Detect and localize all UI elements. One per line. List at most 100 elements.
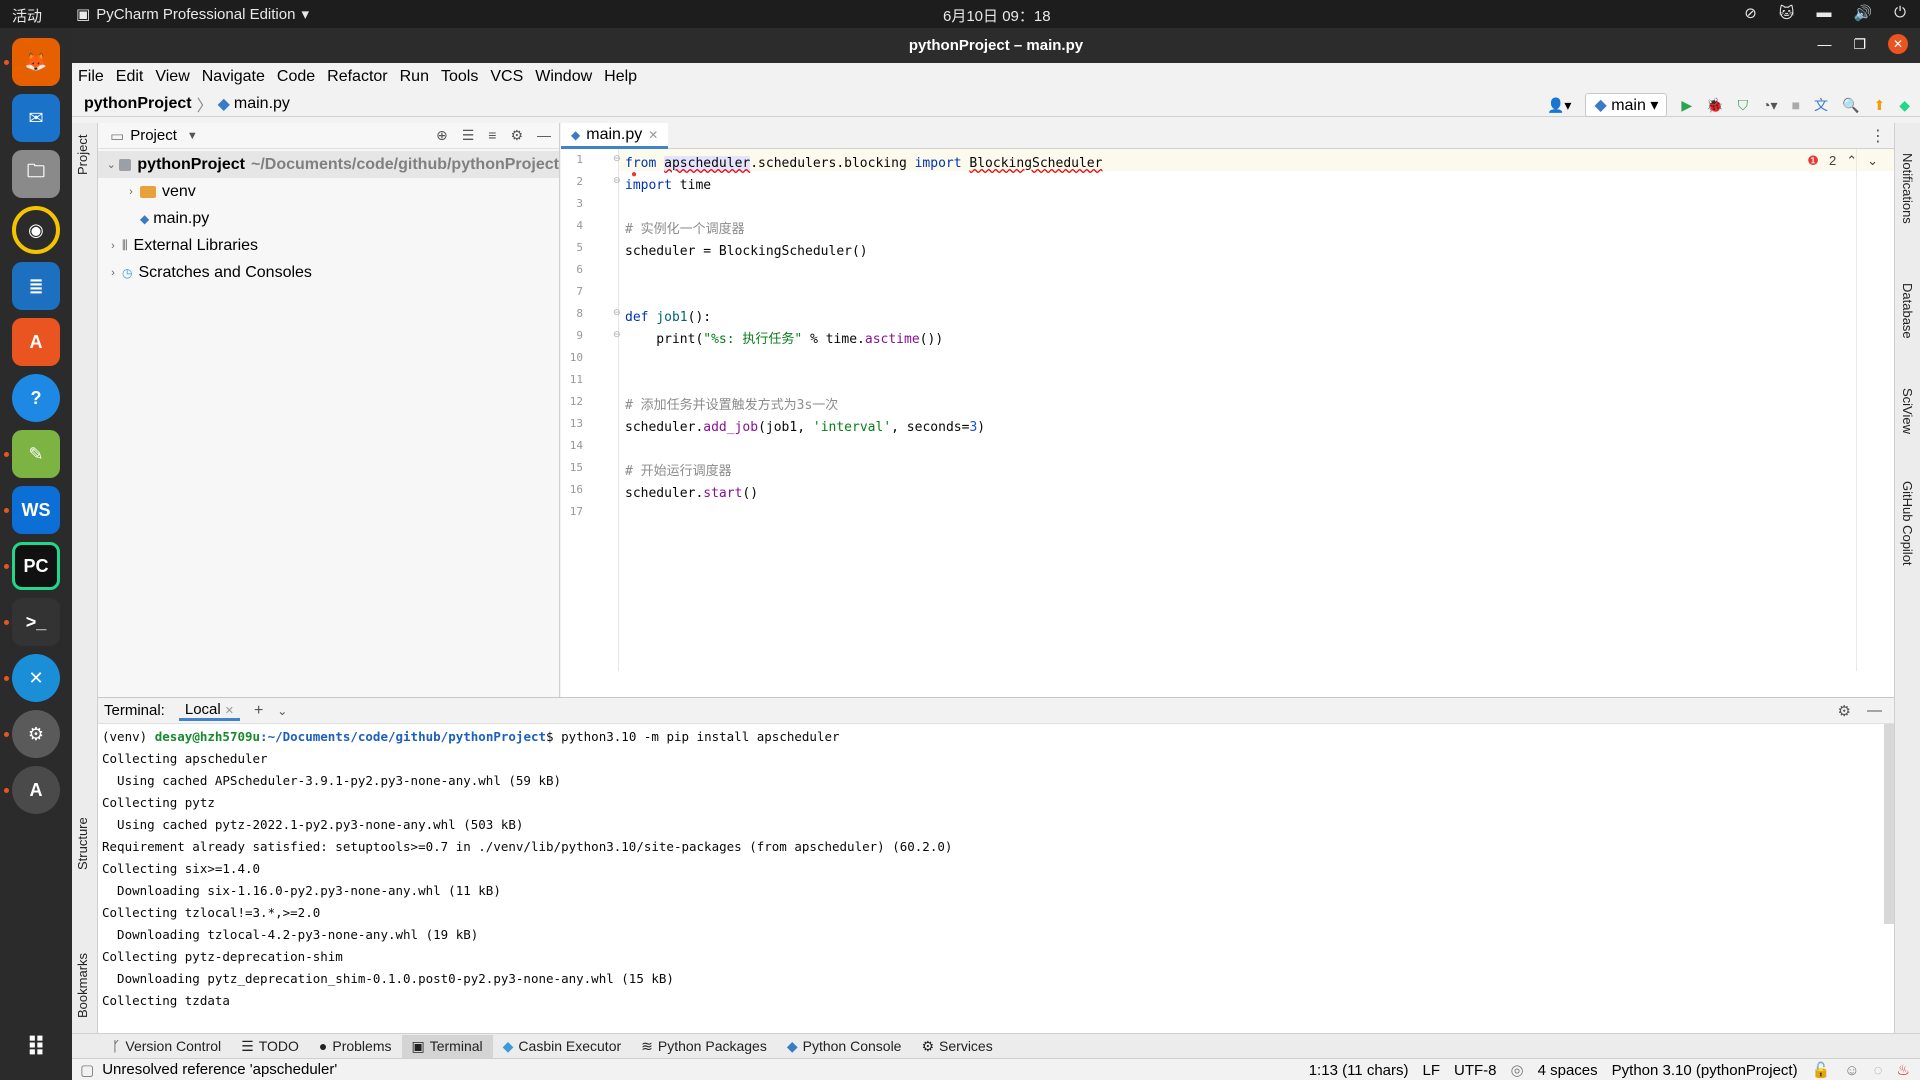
inspection-widget[interactable]: ❶ 2 ⌃ ⌄ (1807, 153, 1878, 169)
locate-icon[interactable]: ⊕ (436, 127, 448, 144)
chevron-down-icon[interactable]: ⌄ (277, 704, 287, 718)
tool-window-copilot[interactable]: GitHub Copilot (1900, 481, 1915, 566)
chevron-down-icon[interactable]: ▼ (187, 130, 198, 142)
expand-arrow-icon[interactable]: › (122, 186, 140, 198)
files-icon[interactable]: 🗀 (12, 150, 60, 198)
app-grid-icon[interactable]: ⠿ (12, 1023, 60, 1071)
tool-tab-version-control[interactable]: ᚴ Version Control (102, 1035, 231, 1057)
gear-icon[interactable]: ⚙ (510, 127, 523, 144)
status-message[interactable]: Unresolved reference 'apscheduler' (102, 1061, 337, 1078)
power-icon[interactable]: ⏻ (1894, 4, 1906, 22)
volume-icon[interactable]: 🔊 (1853, 4, 1872, 22)
ide-logo-icon[interactable]: ◆ (1899, 97, 1910, 114)
menu-navigate[interactable]: Navigate (202, 68, 265, 86)
menu-refactor[interactable]: Refactor (327, 68, 387, 86)
expand-all-icon[interactable]: ☰ (462, 127, 475, 144)
fold-icon[interactable]: ⊖ (613, 307, 621, 318)
terminal-icon[interactable]: >_ (12, 598, 60, 646)
more-icon[interactable]: ⋮ (1870, 126, 1886, 146)
menu-vcs[interactable]: VCS (490, 68, 523, 86)
code-area[interactable]: from apscheduler.schedulers.blocking imp… (625, 149, 1845, 671)
user-icon[interactable]: 👤▾ (1547, 97, 1571, 114)
caret-position[interactable]: 1:13 (11 chars) (1309, 1062, 1409, 1079)
file-encoding[interactable]: UTF-8 (1454, 1062, 1497, 1079)
tool-tab-casbin[interactable]: ◆ Casbin Executor (493, 1035, 632, 1058)
interpreter-selector[interactable]: Python 3.10 (pythonProject) (1612, 1062, 1798, 1079)
breadcrumb-project[interactable]: pythonProject (84, 95, 192, 113)
menu-view[interactable]: View (155, 68, 189, 86)
close-icon[interactable]: ✕ (1888, 34, 1908, 54)
pycharm-dock-icon[interactable]: PC (12, 542, 60, 590)
menu-code[interactable]: Code (277, 68, 315, 86)
tool-window-notifications[interactable]: Notifications (1900, 153, 1915, 224)
keyboard-icon[interactable]: ▬ (1816, 4, 1831, 22)
rhythmbox-icon[interactable]: ◉ (12, 206, 60, 254)
terminal-scrollbar[interactable] (1884, 724, 1894, 924)
menu-edit[interactable]: Edit (116, 68, 144, 86)
indent-setting[interactable]: 4 spaces (1538, 1062, 1598, 1079)
software-icon[interactable]: A (12, 318, 60, 366)
tree-item-venv[interactable]: › venv (98, 178, 559, 205)
collapse-all-icon[interactable]: ≡ (488, 127, 496, 144)
tool-tab-services[interactable]: ⚙ Services (911, 1035, 1002, 1058)
help-icon[interactable]: ? (12, 374, 60, 422)
chevron-up-icon[interactable]: ⌃ (1846, 153, 1857, 169)
memory-icon[interactable]: ♨ (1897, 1061, 1910, 1079)
breadcrumb-file[interactable]: main.py (234, 95, 290, 113)
eye-icon[interactable]: ◎ (1511, 1061, 1524, 1079)
firefox-icon[interactable]: 🦊 (12, 38, 60, 86)
updater-icon[interactable]: A (12, 766, 60, 814)
tree-item-project-root[interactable]: ⌄ pythonProject ~/Documents/code/github/… (98, 151, 559, 178)
run-config-selector[interactable]: ◆ main ▾ (1585, 93, 1668, 117)
tool-tab-todo[interactable]: ☰ TODO (231, 1035, 309, 1058)
maximize-icon[interactable]: ❐ (1853, 36, 1866, 53)
close-tab-icon[interactable]: ✕ (225, 705, 234, 717)
tool-tab-python-packages[interactable]: ≋ Python Packages (631, 1035, 777, 1058)
writer-icon[interactable]: ≣ (12, 262, 60, 310)
tool-tab-python-console[interactable]: ◆ Python Console (777, 1035, 912, 1058)
close-tab-icon[interactable]: ✕ (648, 128, 658, 142)
app-menu[interactable]: ▣ PyCharm Professional Edition ▾ (76, 5, 309, 24)
tool-window-project[interactable]: Project (75, 135, 90, 175)
expand-arrow-icon[interactable]: › (104, 267, 122, 279)
vpn-icon[interactable]: ⊘ (1744, 4, 1757, 22)
fold-icon[interactable]: ⊖ (613, 175, 621, 186)
remote-app-icon[interactable]: ✕ (12, 654, 60, 702)
expand-arrow-icon[interactable]: › (104, 240, 122, 252)
leaf-app-icon[interactable]: ✎ (12, 430, 60, 478)
menu-tools[interactable]: Tools (441, 68, 478, 86)
copilot-icon[interactable]: ☺ (1844, 1062, 1859, 1079)
coverage-icon[interactable]: ⛉ (1738, 97, 1749, 114)
tool-window-structure[interactable]: Structure (75, 817, 90, 870)
tree-item-scratches[interactable]: › ◷ Scratches and Consoles (98, 259, 559, 286)
tree-item-external-libraries[interactable]: › ⫼ External Libraries (98, 232, 559, 259)
project-panel-title[interactable]: Project (130, 127, 177, 144)
cat-icon[interactable]: 🐱 (1779, 4, 1795, 22)
run-icon[interactable]: ▶ (1681, 97, 1692, 114)
new-terminal-icon[interactable]: + (254, 702, 263, 720)
activities-button[interactable]: 活动 (12, 5, 42, 26)
tool-window-sciview[interactable]: SciView (1900, 388, 1915, 434)
search-icon[interactable]: 🔍 (1842, 97, 1859, 114)
editor-tab-main-py[interactable]: ◆ main.py ✕ (561, 123, 669, 149)
chevron-down-icon[interactable]: ⌄ (1867, 153, 1878, 169)
fold-icon[interactable]: ⊖ (613, 329, 621, 340)
hide-icon[interactable]: — (537, 127, 551, 144)
stop-icon[interactable]: ■ (1792, 97, 1800, 113)
update-icon[interactable]: ⬆ (1873, 97, 1885, 114)
line-separator[interactable]: LF (1423, 1062, 1441, 1079)
expand-arrow-icon[interactable]: ⌄ (104, 158, 119, 171)
tool-tab-terminal[interactable]: ▣ Terminal (401, 1034, 493, 1058)
terminal-output[interactable]: (venv) desay@hzh5709u:~/Documents/code/g… (102, 726, 1882, 1026)
lock-icon[interactable]: 🔓 (1812, 1061, 1831, 1079)
gear-icon[interactable]: ⚙ (1838, 702, 1851, 720)
clock[interactable]: 6月10日 09：18 (943, 5, 1051, 26)
settings-icon[interactable]: ⚙ (12, 710, 60, 758)
tool-tab-problems[interactable]: ● Problems (309, 1035, 402, 1057)
tree-item-main-py[interactable]: ◆ main.py (98, 205, 559, 232)
terminal-tab-local[interactable]: Local ✕ (178, 701, 240, 721)
tool-window-database[interactable]: Database (1900, 283, 1915, 339)
tool-window-bookmarks[interactable]: Bookmarks (75, 953, 90, 1018)
debug-icon[interactable]: 🐞 (1706, 97, 1723, 114)
thunderbird-icon[interactable]: ✉ (12, 94, 60, 142)
